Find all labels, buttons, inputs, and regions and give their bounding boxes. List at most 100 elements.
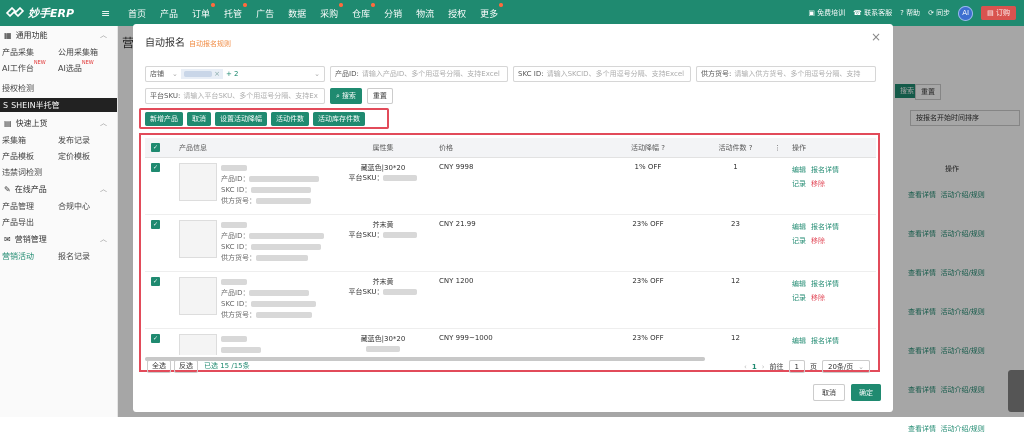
action-button[interactable]: 设置活动降幅: [215, 111, 267, 126]
count-value[interactable]: 12: [703, 277, 768, 285]
nav-item[interactable]: 广告: [249, 7, 281, 20]
discount-value[interactable]: 1% OFF: [593, 163, 703, 171]
row-checkbox[interactable]: ✓: [151, 277, 160, 286]
nav-item[interactable]: 更多: [473, 2, 505, 20]
row-op-link[interactable]: 记录: [792, 237, 806, 245]
app-logo[interactable]: 妙手ERP: [0, 0, 95, 26]
sidebar-item-signup-log[interactable]: 报名记录: [58, 251, 114, 262]
row-op-link[interactable]: 移除: [811, 294, 825, 302]
page-input[interactable]: 1: [788, 360, 805, 373]
row-checkbox[interactable]: ✓: [151, 163, 160, 172]
row-op-link[interactable]: 报名详情: [811, 166, 839, 174]
row-checkbox[interactable]: ✓: [151, 220, 160, 229]
platform-sku-field[interactable]: 平台SKU: 请输入平台SKU、多个用逗号分隔、支持Ex: [145, 88, 325, 104]
sidebar-item-auth-check[interactable]: 授权检测: [2, 83, 58, 94]
row-checkbox[interactable]: ✓: [151, 334, 160, 343]
sidebar-section-quick[interactable]: ▤ 快速上货 ︿: [0, 114, 117, 132]
row-op-link[interactable]: 报名详情: [811, 223, 839, 231]
sidebar-item-compliance[interactable]: 合规中心: [58, 201, 114, 212]
next-page-icon[interactable]: ›: [762, 363, 765, 371]
price-value: CNY 21.99: [439, 220, 476, 228]
sidebar-section-online[interactable]: ✎ 在线产品 ︿: [0, 180, 117, 198]
action-button[interactable]: 活动件数: [271, 111, 309, 126]
nav-item[interactable]: 首页: [121, 7, 153, 20]
sync-link[interactable]: ⟳ 同步: [928, 8, 950, 18]
skc-id-field[interactable]: SKC ID: 请输入SKCID、多个用逗号分隔、支持Excel: [513, 66, 691, 82]
sidebar-item-price-template[interactable]: 定价模板: [58, 151, 114, 162]
sidebar-item-export[interactable]: 产品导出: [2, 217, 58, 228]
confirm-button[interactable]: 确定: [851, 384, 881, 401]
sidebar-item-template[interactable]: 产品模板: [2, 151, 58, 162]
invert-selection-button[interactable]: 反选: [174, 359, 198, 373]
nav-item[interactable]: 采购: [313, 2, 345, 20]
nav-item[interactable]: 分销: [377, 7, 409, 20]
count-value[interactable]: 1: [703, 163, 768, 171]
column-settings-icon[interactable]: ⋮: [768, 144, 786, 152]
training-link[interactable]: ▣ 免费培训: [808, 8, 845, 18]
page-number[interactable]: 1: [752, 363, 757, 371]
row-op-link[interactable]: 移除: [811, 180, 825, 188]
discount-value[interactable]: 23% OFF: [593, 220, 703, 228]
row-op-link[interactable]: 记录: [792, 180, 806, 188]
service-link[interactable]: ☎ 联系客服: [853, 8, 892, 18]
sidebar-item-publish-log[interactable]: 发布记录: [58, 135, 114, 146]
col-product-info: 产品信息: [179, 143, 207, 152]
nav-item[interactable]: 托管: [217, 2, 249, 20]
menu-icon[interactable]: ≡: [101, 7, 113, 20]
per-page-select[interactable]: 20条/页 ⌄: [822, 360, 870, 373]
count-value[interactable]: 12: [703, 334, 768, 342]
sidebar-item-ai-workbench[interactable]: AI工作台 NEW: [2, 60, 58, 74]
sidebar-item-public-box[interactable]: 公用采集箱: [58, 47, 114, 58]
sidebar-item-ai-select[interactable]: AI选品 NEW: [58, 60, 114, 74]
row-op-link[interactable]: 记录: [792, 294, 806, 302]
row-op-link[interactable]: 编辑: [792, 223, 806, 231]
avatar[interactable]: AI: [958, 5, 974, 21]
search-button[interactable]: ⌕ 搜索: [330, 88, 362, 104]
row-op-link[interactable]: 编辑: [792, 280, 806, 288]
sidebar-item-marketing-activity[interactable]: 营销活动: [2, 251, 58, 262]
sidebar-item-collect-box[interactable]: 采集箱: [2, 135, 58, 146]
count-value[interactable]: 23: [703, 220, 768, 228]
prev-page-icon[interactable]: ‹: [744, 363, 747, 371]
row-operations: 编辑 报名详情 记录 移除: [786, 277, 876, 305]
row-op-link[interactable]: 编辑: [792, 166, 806, 174]
order-button[interactable]: ▤ 订购: [981, 6, 1016, 20]
help-link[interactable]: ? 帮助: [900, 8, 920, 18]
sidebar-section-common[interactable]: ▦ 通用功能 ︿: [0, 26, 117, 44]
nav-item[interactable]: 产品: [153, 7, 185, 20]
nav-item[interactable]: 数据: [281, 7, 313, 20]
supplier-code-field[interactable]: 供方货号: 请输入供方货号、多个用逗号分隔、支持: [696, 66, 876, 82]
notification-dot: [243, 2, 248, 7]
store-select[interactable]: 店铺 ⌄ × + 2 ⌄: [145, 66, 325, 82]
close-icon[interactable]: ×: [871, 30, 881, 44]
help-icon[interactable]: ?: [749, 144, 753, 152]
cancel-button[interactable]: 取消: [813, 384, 845, 401]
select-all-checkbox[interactable]: ✓: [151, 143, 160, 152]
nav-item[interactable]: 物流: [409, 7, 441, 20]
signup-rules-link[interactable]: 自动报名规则: [189, 40, 231, 48]
sidebar-section-marketing[interactable]: ✉ 营销管理 ︿: [0, 230, 117, 248]
discount-value[interactable]: 23% OFF: [593, 277, 703, 285]
marketing-icon: ✉: [4, 234, 11, 244]
nav-item[interactable]: 授权: [441, 7, 473, 20]
action-button[interactable]: 活动库存件数: [313, 111, 365, 126]
row-op-link[interactable]: 移除: [811, 237, 825, 245]
action-button[interactable]: 新增产品: [145, 111, 183, 126]
row-op-link[interactable]: 编辑: [792, 337, 806, 345]
product-id-field[interactable]: 产品ID: 请输入产品ID、多个用逗号分隔、支持Excel: [330, 66, 508, 82]
side-float-toolbar[interactable]: [1008, 370, 1024, 412]
help-icon[interactable]: ?: [661, 144, 665, 152]
sidebar-item-collect[interactable]: 产品采集: [2, 47, 58, 58]
chevron-up-icon: ︿: [100, 31, 107, 39]
row-op-link[interactable]: 报名详情: [811, 337, 839, 345]
select-all-button[interactable]: 全选: [147, 359, 171, 373]
discount-value[interactable]: 23% OFF: [593, 334, 703, 342]
sidebar-item-product-manage[interactable]: 产品管理: [2, 201, 58, 212]
reset-button[interactable]: 重置: [366, 88, 393, 104]
nav-item[interactable]: 仓库: [345, 2, 377, 20]
action-button[interactable]: 取消: [187, 111, 211, 126]
sidebar-item-banned-words[interactable]: 违禁词检测: [2, 167, 58, 178]
nav-item[interactable]: 订单: [185, 2, 217, 20]
row-op-link[interactable]: 报名详情: [811, 280, 839, 288]
sidebar-item-shein[interactable]: S SHEIN半托管: [0, 98, 117, 112]
